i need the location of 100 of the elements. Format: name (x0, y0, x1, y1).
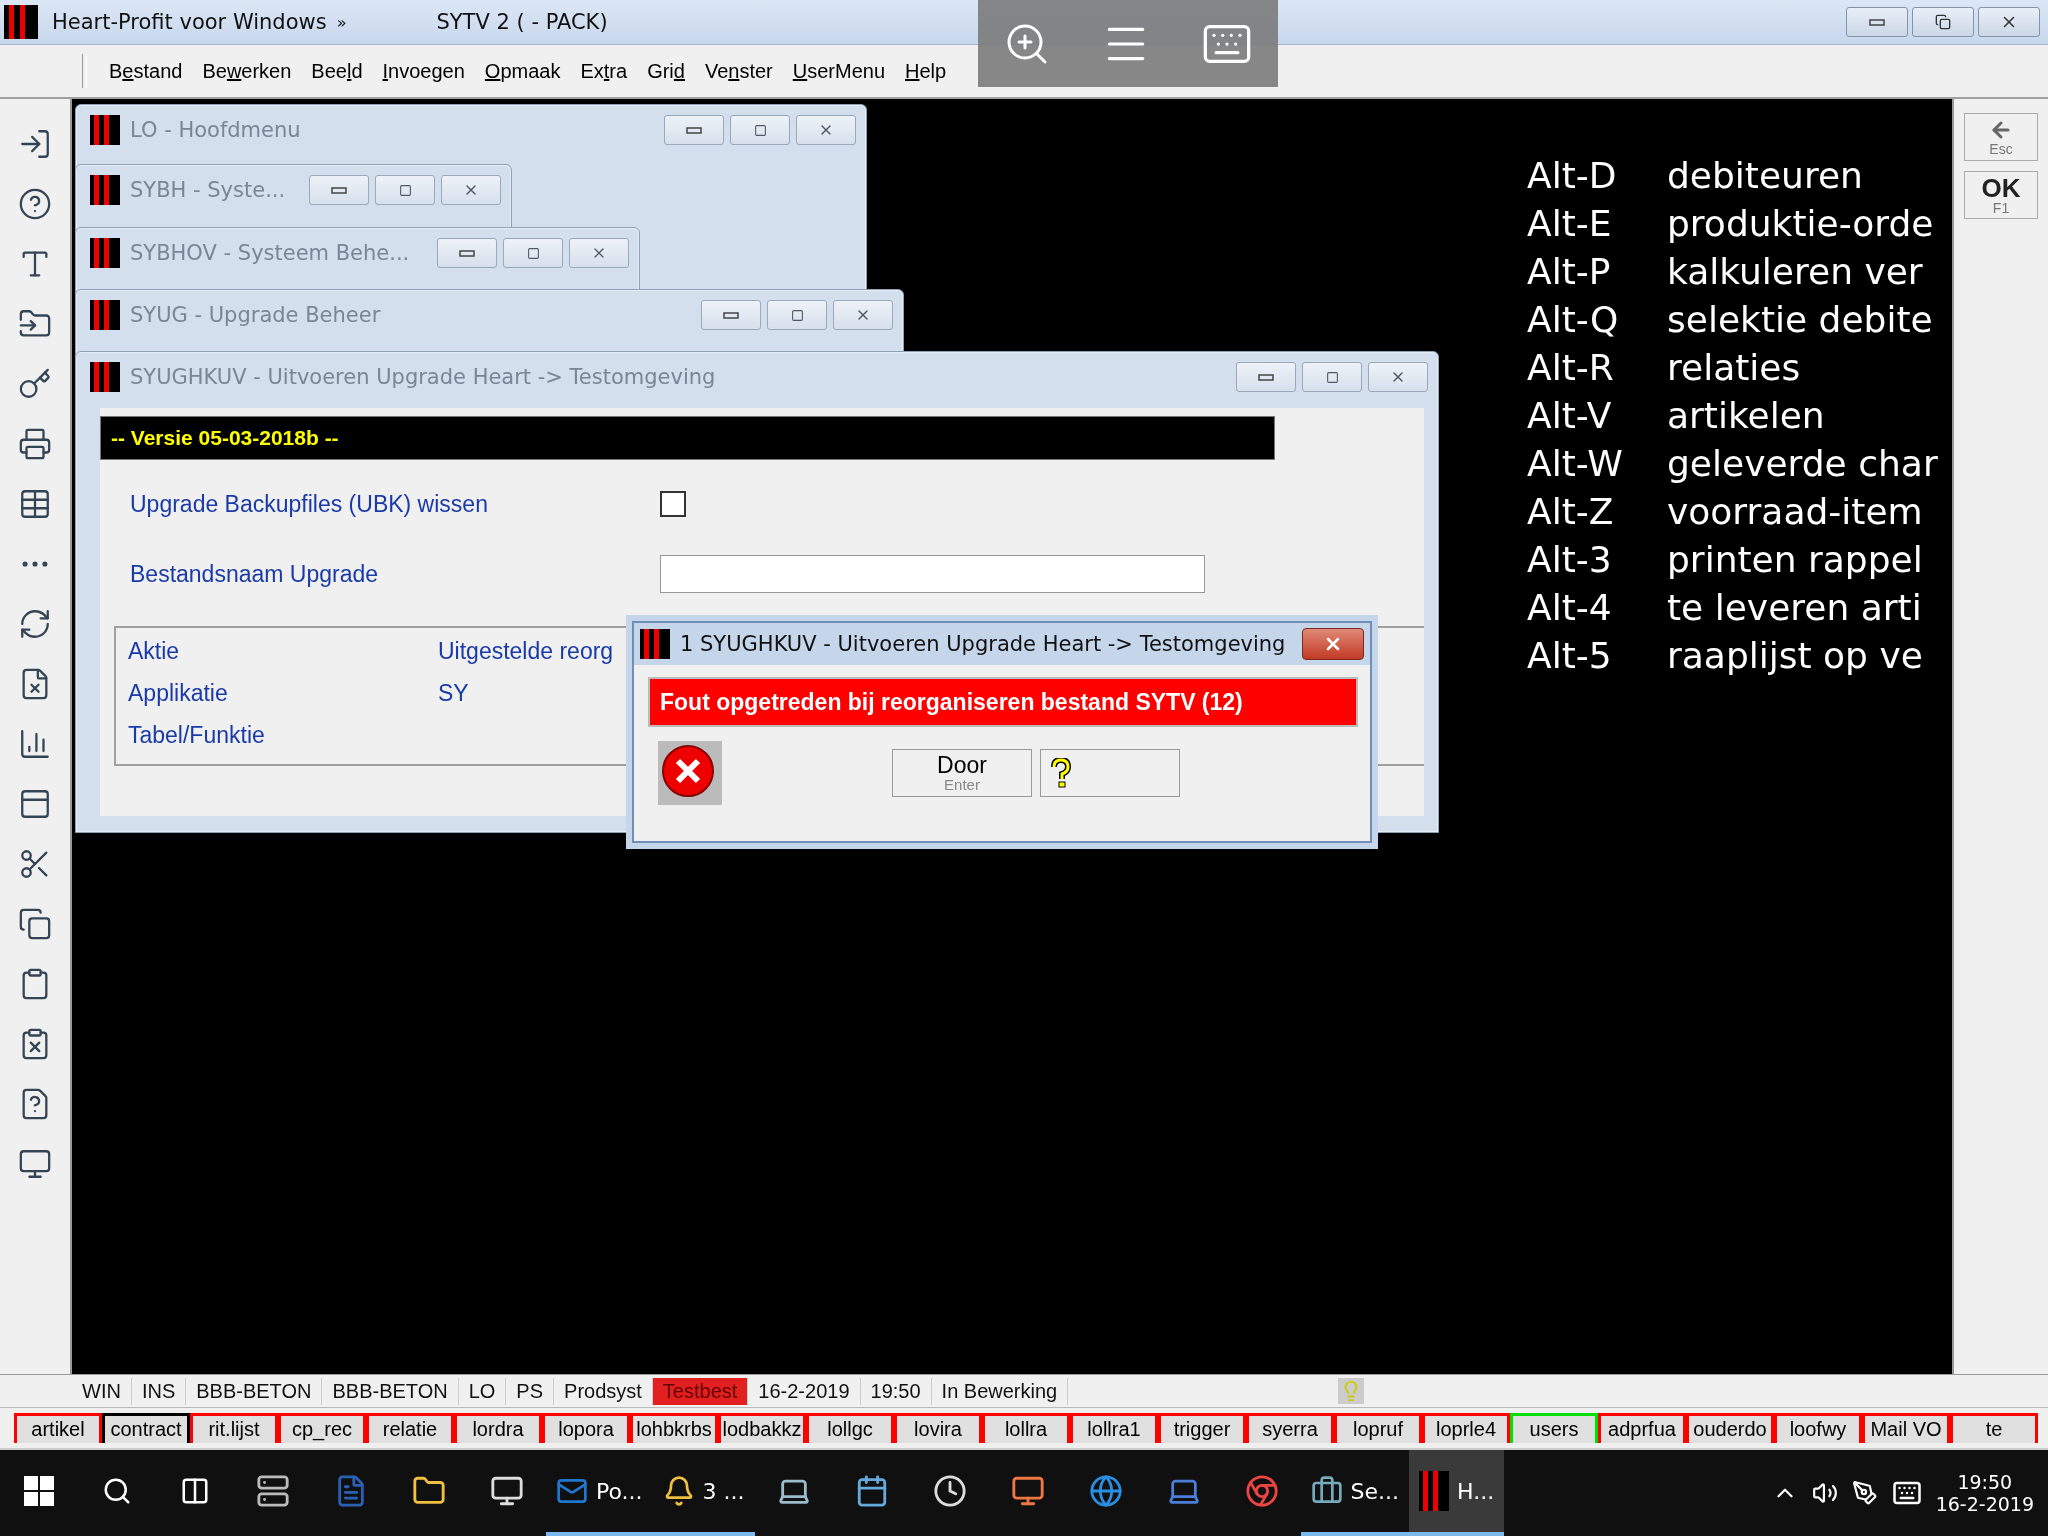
restore-button[interactable] (1912, 7, 1974, 37)
shortcut-label: printen rappel (1667, 538, 1924, 582)
ok-button[interactable]: OK F1 (1964, 171, 2038, 219)
tab[interactable]: lodbakkz (718, 1413, 806, 1443)
pen-icon[interactable] (1851, 1480, 1878, 1506)
minimize-button[interactable] (1236, 362, 1296, 392)
shortcut-label: geleverde char (1667, 442, 1938, 486)
help-button[interactable] (1040, 749, 1180, 797)
menu-item[interactable]: Grid (637, 59, 695, 83)
input-field[interactable] (660, 555, 1205, 593)
windows-logo-icon (24, 1476, 54, 1506)
menu-item[interactable]: Help (895, 59, 957, 83)
status-field: WIN (72, 1377, 132, 1405)
shortcut-key: Alt-R (1527, 346, 1667, 390)
minimize-button[interactable] (1846, 7, 1908, 37)
shortcut-key: Alt-5 (1527, 634, 1667, 678)
tab[interactable]: lopora (542, 1413, 630, 1443)
shortcut-key: Alt-4 (1527, 586, 1667, 630)
browser-icon[interactable] (1244, 1474, 1279, 1508)
menu-item[interactable]: Invoegen (372, 59, 475, 83)
shortcut-label: selektie debite (1667, 298, 1934, 342)
tab[interactable]: adprfua (1598, 1413, 1686, 1443)
minimize-button[interactable] (309, 175, 369, 205)
monitor-icon[interactable] (1010, 1474, 1045, 1508)
window-icon[interactable] (18, 787, 52, 821)
tab[interactable]: syerra (1246, 1413, 1334, 1443)
tab[interactable]: loofwy (1774, 1413, 1862, 1443)
shortcut-label: raaplijst op ve (1667, 634, 1924, 678)
window-title: SYUGHKUV - Uitvoeren Upgrade Heart -> Testomgeving (130, 365, 716, 389)
help-icon[interactable] (18, 187, 52, 221)
taskbar-app[interactable]: H... (1409, 1450, 1505, 1536)
clock-icon[interactable] (932, 1474, 967, 1508)
copy-icon[interactable] (18, 907, 52, 941)
tab[interactable]: contract (102, 1413, 190, 1443)
monitor-icon[interactable] (18, 1147, 52, 1181)
door-button[interactable]: Door Enter (892, 749, 1032, 797)
tab[interactable]: ouderdo (1686, 1413, 1774, 1443)
checkbox[interactable] (660, 491, 686, 517)
globe-icon[interactable] (1088, 1474, 1123, 1508)
shortcut-label: debiteuren (1667, 154, 1864, 198)
print-icon[interactable] (18, 427, 52, 461)
tab[interactable]: artikel (14, 1413, 102, 1443)
window-title: SYBHOV - Systeem Behe... (130, 241, 410, 265)
maximize-icon (526, 246, 540, 260)
taskbar-app[interactable]: Po... (546, 1450, 653, 1536)
tab[interactable]: lordra (454, 1413, 542, 1443)
volume-icon[interactable] (1811, 1480, 1838, 1506)
app-logo-icon (90, 175, 120, 205)
minimize-button[interactable] (437, 238, 497, 268)
status-field: Prodsyst (554, 1377, 653, 1405)
tab[interactable]: rit.lijst (190, 1413, 278, 1443)
chevron-text[interactable]: » (336, 12, 347, 32)
tab[interactable]: lopruf (1334, 1413, 1422, 1443)
menu-item[interactable]: Beeld (301, 59, 373, 83)
search-icon[interactable] (102, 1476, 132, 1506)
info-value: Uitgestelde reorg (438, 638, 614, 666)
menu-item[interactable]: UserMenu (782, 59, 896, 83)
taskbar-app[interactable]: 3 ... (652, 1450, 755, 1536)
tab[interactable]: lohbkrbs (630, 1413, 718, 1443)
tab[interactable]: Mail VO (1862, 1413, 1950, 1443)
bar-chart-icon[interactable] (18, 727, 52, 761)
monitor-icon[interactable] (490, 1474, 524, 1508)
tab[interactable]: cp_rec (278, 1413, 366, 1443)
menu-item[interactable]: Extra (570, 59, 638, 83)
tab[interactable]: lollra1 (1070, 1413, 1158, 1443)
version-banner: -- Versie 05-03-2018b -- (100, 416, 1275, 460)
app-logo-icon (90, 115, 120, 145)
tab[interactable]: loprle4 (1422, 1413, 1510, 1443)
info-label: Applikatie (128, 680, 228, 708)
shortcut-key: Alt-E (1527, 202, 1667, 246)
clock[interactable]: 19:50 16-2-2019 (1935, 1471, 2034, 1515)
login-icon[interactable] (18, 127, 52, 161)
close-button[interactable] (1302, 628, 1364, 660)
table-icon[interactable] (18, 487, 52, 521)
maximize-icon (790, 308, 804, 322)
minimize-button[interactable] (701, 300, 761, 330)
tab[interactable]: relatie (366, 1413, 454, 1443)
menu-item[interactable]: Bestand (99, 59, 193, 83)
minimize-button[interactable] (664, 115, 724, 145)
menu-item[interactable]: Opmaak (474, 59, 571, 83)
tab[interactable]: te (1950, 1413, 2038, 1443)
tab[interactable]: users (1510, 1413, 1598, 1443)
tab[interactable]: trigger (1158, 1413, 1246, 1443)
tab[interactable]: lollgc (806, 1413, 894, 1443)
key-icon[interactable] (18, 367, 52, 401)
shortcut-label: kalkuleren ver (1667, 250, 1924, 294)
server-icon[interactable] (256, 1474, 290, 1508)
window-title: LO - Hoofdmenu (130, 118, 301, 142)
tab[interactable]: lollra (982, 1413, 1070, 1443)
status-field: 16-2-2019 (748, 1377, 861, 1405)
info-value: SY (438, 680, 469, 708)
app-label: 3 ... (702, 1478, 745, 1504)
refresh-icon[interactable] (18, 607, 52, 641)
escape-button[interactable]: Esc (1964, 113, 2038, 161)
shortcut-label: artikelen (1667, 394, 1826, 438)
maximize-icon (398, 183, 412, 197)
tab[interactable]: lovira (894, 1413, 982, 1443)
task-view-icon[interactable] (180, 1476, 210, 1506)
menu-item[interactable]: Bewerken (192, 59, 302, 83)
menu-item[interactable]: Venster (694, 59, 783, 83)
